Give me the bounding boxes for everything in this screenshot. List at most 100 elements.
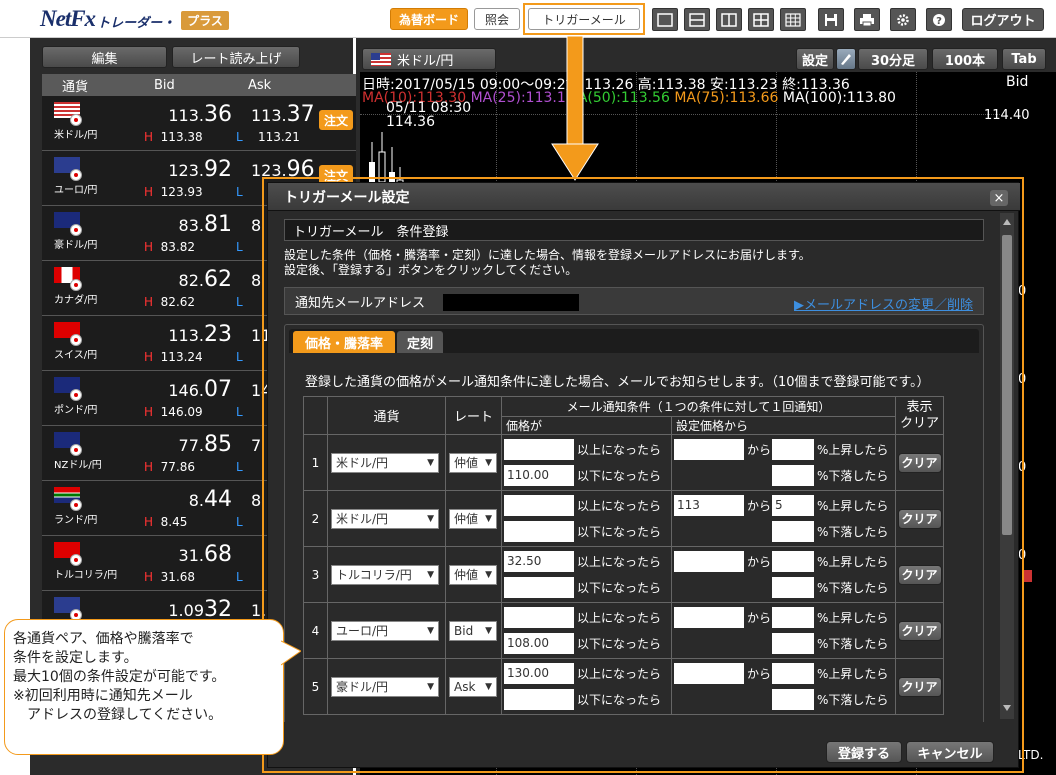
fall-percent-input[interactable] <box>772 465 815 486</box>
fall-percent-input[interactable] <box>772 577 815 598</box>
edit-button[interactable]: 編集 <box>42 46 167 68</box>
base-price-input[interactable] <box>674 663 744 684</box>
chevron-down-icon: ▼ <box>485 681 492 692</box>
save-icon[interactable] <box>818 8 844 31</box>
price-above-input[interactable]: 32.50 <box>504 551 574 572</box>
layout-quad-icon[interactable] <box>748 8 774 31</box>
currency-select[interactable]: トルコリラ/円 ▼ <box>331 564 439 585</box>
price-below-input[interactable]: 108.00 <box>504 633 574 654</box>
drawing-tool-icon[interactable] <box>836 48 856 70</box>
logout-button[interactable]: ログアウト <box>962 8 1044 31</box>
callout-line: 条件を設定します。 <box>13 650 138 666</box>
rate-select[interactable]: Ask ▼ <box>449 676 497 697</box>
price-above-input[interactable]: 130.00 <box>504 663 574 684</box>
col-rate: レート <box>445 396 502 435</box>
ma100-label: MA(100):113.80 <box>782 90 896 106</box>
clear-button[interactable]: クリア <box>897 676 942 697</box>
price-below-input[interactable] <box>504 577 574 598</box>
rate-select[interactable]: Bid ▼ <box>449 620 497 641</box>
rise-percent-input[interactable] <box>772 551 815 572</box>
svg-text:?: ? <box>936 16 942 27</box>
scroll-thumb[interactable] <box>1002 235 1012 535</box>
chart-settings-button[interactable]: 設定 <box>796 48 834 70</box>
layout-vertical-split-icon[interactable] <box>716 8 742 31</box>
explanation-callout: 各通貨ペア、価格や騰落率で 条件を設定します。 最大10個の条件設定が可能です。… <box>4 619 284 755</box>
clear-button[interactable]: クリア <box>897 508 942 529</box>
rate-row[interactable]: 米ドル/円 113.36 113.37 H 113.38 L 113.21 注文 <box>42 96 383 151</box>
currency-select[interactable]: 豪ドル/円 ▼ <box>331 676 439 697</box>
rate-readout-button[interactable]: レート読み上げ <box>172 46 300 68</box>
dialog-title: トリガーメール設定 <box>268 183 1020 211</box>
low-price: L <box>236 405 258 419</box>
base-price-input[interactable] <box>674 439 744 460</box>
from-label: から <box>747 667 772 681</box>
rate-select[interactable]: 仲値 ▼ <box>449 452 497 473</box>
dialog-scrollbar[interactable] <box>1000 213 1014 719</box>
scroll-up-icon[interactable] <box>1003 219 1011 225</box>
inquiry-button[interactable]: 照会 <box>474 8 520 30</box>
cancel-button[interactable]: キャンセル <box>906 741 994 763</box>
rate-select[interactable]: 仲値 ▼ <box>449 508 497 529</box>
clear-button[interactable]: クリア <box>897 452 942 473</box>
base-price-input[interactable] <box>674 551 744 572</box>
fall-percent-input[interactable] <box>772 521 815 542</box>
ask-price-head: 113. <box>251 106 287 125</box>
currency-select[interactable]: 米ドル/円 ▼ <box>331 452 439 473</box>
price-above-input[interactable] <box>504 439 574 460</box>
trigger-mail-button[interactable]: トリガーメール <box>528 8 640 30</box>
ma75-label: MA(75):113.66 <box>674 90 779 106</box>
rise-label: %上昇したら <box>817 611 889 625</box>
rise-percent-input[interactable]: 5 <box>772 495 815 516</box>
chart-pair-tab[interactable]: 米ドル/円 <box>362 48 496 70</box>
rise-percent-input[interactable] <box>772 439 815 460</box>
help-icon[interactable]: ? <box>926 8 952 31</box>
tab-bar: 価格・騰落率 定刻 <box>289 329 979 353</box>
pair-name: スイス/円 <box>54 350 98 361</box>
price-below-input[interactable] <box>504 689 574 710</box>
scroll-down-icon[interactable] <box>1003 705 1011 711</box>
clear-button[interactable]: クリア <box>897 564 942 585</box>
trigger-mail-dialog: トリガーメール設定 × トリガーメール 条件登録 設定した条件（価格・騰落率・定… <box>267 182 1020 768</box>
rise-percent-input[interactable] <box>772 607 815 628</box>
currency-select[interactable]: ユーロ/円 ▼ <box>331 620 439 641</box>
fall-label: %下落したら <box>817 637 889 651</box>
low-key: L <box>236 295 243 309</box>
print-icon[interactable] <box>854 8 880 31</box>
tab-button[interactable]: Tab <box>1002 48 1046 70</box>
tab-scheduled[interactable]: 定刻 <box>397 331 443 353</box>
fall-percent-input[interactable] <box>772 633 815 654</box>
order-button[interactable]: 注文 <box>319 110 353 130</box>
bar-count-button[interactable]: 100本 <box>932 48 998 70</box>
base-price-input[interactable] <box>674 607 744 628</box>
price-below-input[interactable] <box>504 521 574 542</box>
price-above-input[interactable] <box>504 607 574 628</box>
register-button[interactable]: 登録する <box>826 741 902 763</box>
below-label: 以下になったら <box>577 693 662 707</box>
price-above-input[interactable] <box>504 495 574 516</box>
rise-percent-input[interactable] <box>772 663 815 684</box>
price-below-input[interactable]: 110.00 <box>504 465 574 486</box>
callout-line: 各通貨ペア、価格や騰落率で <box>13 631 194 647</box>
layout-single-icon[interactable] <box>652 8 678 31</box>
currency-select[interactable]: 米ドル/円 ▼ <box>331 508 439 529</box>
gear-icon[interactable] <box>890 8 916 31</box>
col-clear: 表示 クリア <box>895 396 944 435</box>
rise-label: %上昇したら <box>817 499 889 513</box>
change-email-link[interactable]: ▶メールアドレスの変更／削除 <box>794 294 973 313</box>
high-key: H <box>144 570 154 584</box>
rate-select[interactable]: 仲値 ▼ <box>449 564 497 585</box>
fall-percent-input[interactable] <box>772 689 815 710</box>
clear-button[interactable]: クリア <box>897 620 942 641</box>
layout-horizontal-split-icon[interactable] <box>684 8 710 31</box>
low-price: L <box>236 515 258 529</box>
jp-flag-icon <box>70 444 82 456</box>
layout-grid-icon[interactable] <box>780 8 806 31</box>
bid-price-tail: 85 <box>204 432 232 457</box>
fx-board-button[interactable]: 為替ボード <box>390 8 468 30</box>
timeframe-button[interactable]: 30分足 <box>858 48 928 70</box>
bid-price-tail: 92 <box>204 157 232 182</box>
close-icon[interactable]: × <box>990 190 1008 206</box>
from-label: から <box>747 611 772 625</box>
tab-price-change[interactable]: 価格・騰落率 <box>293 331 395 353</box>
base-price-input[interactable]: 113 <box>674 495 744 516</box>
